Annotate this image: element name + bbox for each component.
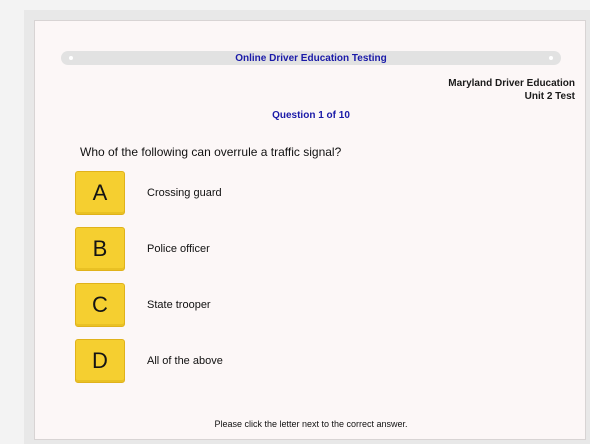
title-bar-left-dot-icon xyxy=(69,56,73,60)
answer-d-button[interactable]: D xyxy=(75,339,125,383)
answer-row-b: B Police officer xyxy=(75,227,475,271)
test-panel: Online Driver Education Testing Maryland… xyxy=(34,20,586,440)
question-text: Who of the following can overrule a traf… xyxy=(80,145,342,159)
answer-c-text: State trooper xyxy=(147,299,211,311)
answer-a-button[interactable]: A xyxy=(75,171,125,215)
course-name: Maryland Driver Education xyxy=(448,78,575,89)
page-title: Online Driver Education Testing xyxy=(235,52,387,64)
answer-a-text: Crossing guard xyxy=(147,187,222,199)
instructions-text: Please click the letter next to the corr… xyxy=(214,419,408,429)
answer-b-text: Police officer xyxy=(147,243,210,255)
title-bar-right-dot-icon xyxy=(549,56,553,60)
answer-c-button[interactable]: C xyxy=(75,283,125,327)
answer-row-a: A Crossing guard xyxy=(75,171,475,215)
answer-b-button[interactable]: B xyxy=(75,227,125,271)
answer-row-d: D All of the above xyxy=(75,339,475,383)
unit-name: Unit 2 Test xyxy=(524,91,575,102)
title-bar: Online Driver Education Testing xyxy=(61,51,561,65)
answer-d-text: All of the above xyxy=(147,355,223,367)
outer-frame: Online Driver Education Testing Maryland… xyxy=(24,10,590,444)
answer-row-c: C State trooper xyxy=(75,283,475,327)
question-counter: Question 1 of 10 xyxy=(272,110,350,121)
course-info: Maryland Driver Education Unit 2 Test xyxy=(448,77,575,103)
